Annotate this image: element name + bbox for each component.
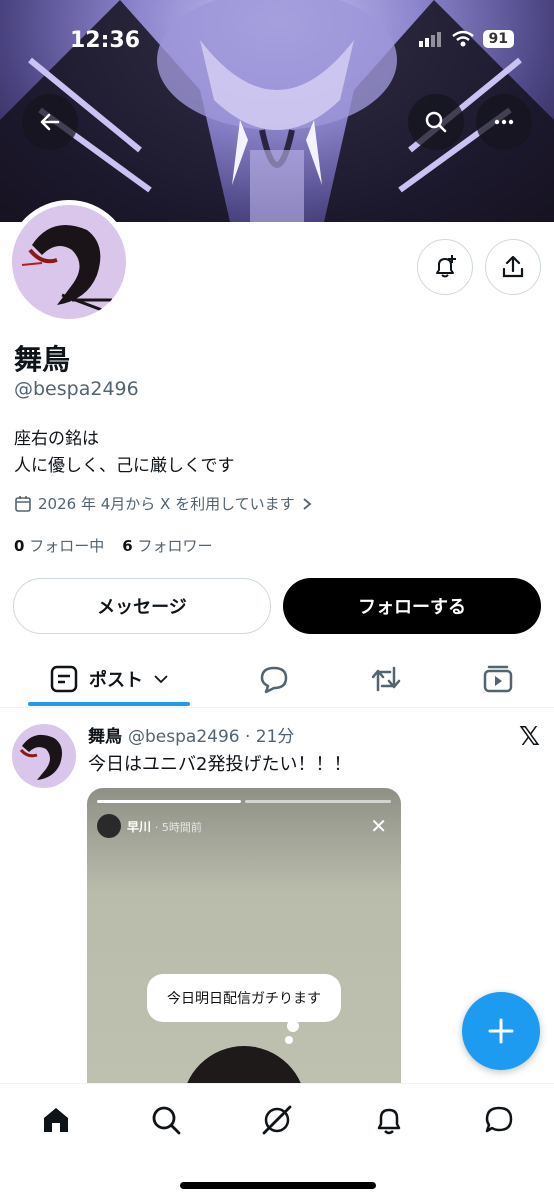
following-label: フォロー中 [29, 537, 105, 555]
calendar-icon [15, 495, 31, 512]
nav-search[interactable] [146, 1100, 186, 1140]
follow-counts: 0 フォロー中 6 フォロワー [14, 535, 212, 556]
following-link[interactable]: 0 フォロー中 [14, 535, 104, 556]
post-list-icon [50, 665, 78, 693]
tab-reposts[interactable] [362, 650, 410, 708]
bubble-tail [285, 1036, 293, 1044]
followers-label: フォロワー [137, 537, 213, 555]
nav-home[interactable] [36, 1100, 76, 1140]
chevron-right-icon [303, 497, 312, 510]
active-tab-indicator [28, 702, 190, 706]
back-button[interactable] [22, 94, 78, 150]
story-avatar [97, 814, 121, 838]
chevron-down-icon [154, 675, 168, 684]
close-icon: ✕ [370, 814, 387, 838]
story-bubble: 今日明日配信ガチります [147, 974, 341, 1022]
snake-avatar-image [19, 734, 62, 780]
home-indicator [180, 1182, 376, 1189]
x-logo-icon: 𝕏 [519, 722, 540, 752]
home-icon [44, 1108, 68, 1132]
story-progress-bar [97, 800, 241, 803]
profile-avatar[interactable] [7, 200, 131, 324]
search-button[interactable] [408, 94, 464, 150]
grok-icon [262, 1105, 292, 1135]
bell-icon [377, 1108, 401, 1135]
notification-add-icon [436, 255, 456, 278]
notification-subscribe-button[interactable] [417, 239, 473, 295]
more-icon [494, 119, 514, 125]
messages-icon [485, 1106, 513, 1133]
nav-grok[interactable] [257, 1100, 297, 1140]
story-progress-bar [245, 800, 391, 803]
nav-messages[interactable] [479, 1100, 519, 1140]
more-button[interactable] [476, 94, 532, 150]
profile-bio: 座右の銘は 人に優しく、己に厳しくです [14, 426, 235, 480]
followers-link[interactable]: 6 フォロワー [122, 535, 212, 556]
bio-line: 座右の銘は [14, 429, 99, 449]
battery-indicator: 91 [482, 30, 514, 48]
search-icon [152, 1106, 181, 1135]
share-button[interactable] [485, 239, 541, 295]
tab-replies[interactable] [250, 650, 298, 708]
wifi-icon [451, 30, 474, 47]
tab-posts-label: ポスト [89, 670, 143, 691]
repost-icon [371, 666, 401, 692]
status-icons: 91 [418, 30, 514, 48]
followers-count: 6 [122, 537, 133, 555]
tab-posts[interactable]: ポスト [28, 650, 190, 708]
story-photo [182, 1046, 306, 1083]
story-user: 早川 · 5時間前 [127, 818, 202, 835]
post-avatar[interactable] [12, 724, 76, 788]
following-count: 0 [14, 537, 25, 555]
bubble-tail [287, 1020, 299, 1032]
signal-icon [418, 32, 441, 47]
post-text: 今日はユニバ2発投げたい！！！ [88, 754, 352, 775]
profile-tabs: ポスト [0, 650, 554, 708]
tab-media[interactable] [474, 650, 522, 708]
search-icon [425, 111, 447, 133]
post-author-name[interactable]: 舞鳥 [88, 722, 122, 747]
message-button[interactable]: メッセージ [13, 578, 271, 634]
joined-date[interactable]: 2026 年 4月から X を利用しています [14, 493, 313, 514]
reply-icon [260, 666, 288, 694]
follow-button[interactable]: フォローする [283, 578, 541, 634]
post-meta: @bespa2496 · 21分 [128, 727, 295, 747]
plus-icon [488, 1018, 514, 1044]
status-time: 12:36 [70, 28, 141, 53]
snake-avatar-image [21, 225, 112, 312]
media-icon [483, 665, 513, 693]
profile-name: 舞鳥 [14, 343, 71, 376]
profile-handle: @bespa2496 [14, 378, 139, 400]
post-media[interactable]: 早川 · 5時間前 ✕ 今日明日配信ガチります [87, 788, 401, 1083]
post-header: 舞鳥 @bespa2496 · 21分 [88, 722, 294, 747]
share-icon [502, 255, 524, 278]
back-arrow-icon [40, 113, 60, 131]
joined-text: 2026 年 4月から X を利用しています [38, 495, 295, 513]
compose-button[interactable] [462, 992, 540, 1070]
story-time: · 5時間前 [154, 821, 202, 834]
nav-notifications[interactable] [369, 1100, 409, 1140]
story-username: 早川 [127, 820, 152, 834]
bio-line: 人に優しく、己に厳しくです [14, 456, 235, 476]
